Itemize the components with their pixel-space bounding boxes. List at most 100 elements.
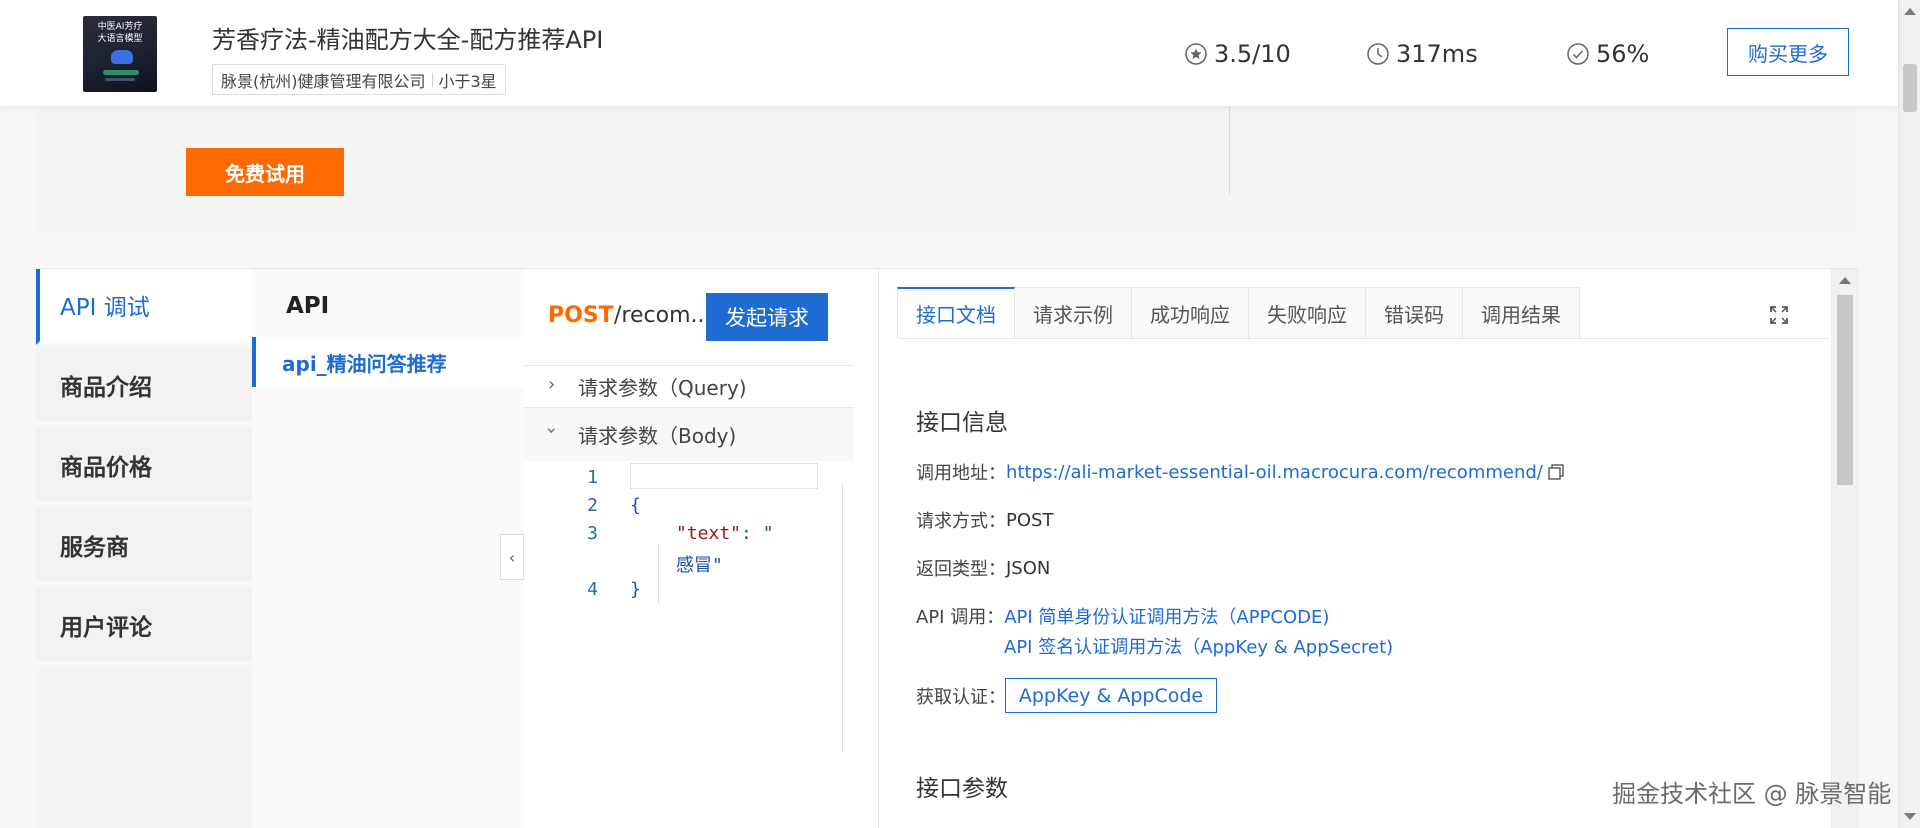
api-list-header: API xyxy=(286,293,330,319)
method-value: POST xyxy=(1006,509,1054,531)
logo-line-2: 大语言模型 xyxy=(97,34,143,44)
api-call-row-2: API 签名认证调用方法（AppKey & AppSecret) xyxy=(1004,633,1393,659)
nav-item-product-intro[interactable]: 商品介绍 xyxy=(36,349,252,425)
doc-scrollbar[interactable] xyxy=(1831,269,1859,828)
body-params-section[interactable]: › 请求参数（Body) xyxy=(524,407,854,461)
auth-label: 获取认证： xyxy=(916,687,1006,708)
line-number: 3 xyxy=(587,523,598,544)
rating-value: 3.5/10 xyxy=(1214,40,1291,68)
success-rate-value: 56% xyxy=(1596,40,1650,68)
tag-divider xyxy=(431,72,433,87)
return-type-row: 返回类型： JSON xyxy=(916,555,1050,581)
api-call-label: API 调用： xyxy=(916,607,1005,628)
tabs-underline xyxy=(897,338,1829,339)
logo-graphic xyxy=(111,50,133,64)
code-brace-open: { xyxy=(630,495,641,516)
method-row: 请求方式： POST xyxy=(916,507,1053,533)
free-trial-button[interactable]: 免费试用 xyxy=(186,148,344,196)
chevron-right-icon: › xyxy=(548,374,556,395)
body-params-label: 请求参数（Body) xyxy=(578,424,737,448)
return-type-label: 返回类型： xyxy=(916,559,1006,580)
panel-divider xyxy=(1229,106,1230,194)
api-call-row: API 调用： API 简单身份认证调用方法（APPCODE) xyxy=(916,603,1329,629)
watermark: 掘金技术社区 @ 脉景智能 xyxy=(1612,780,1892,808)
code-line-key: "text": " xyxy=(676,523,774,544)
nav-item-provider[interactable]: 服务商 xyxy=(36,509,252,585)
trial-panel: 免费试用 xyxy=(36,106,1858,231)
line-number: 2 xyxy=(587,495,598,516)
appcode-auth-link[interactable]: API 简单身份认证调用方法（APPCODE) xyxy=(1004,603,1329,629)
section-heading-info: 接口信息 xyxy=(916,410,1008,436)
body-code-editor[interactable]: 1 2 3 4 { "text": " 感冒" } xyxy=(524,463,854,828)
product-logo: 中医AI芳疗 大语言模型 xyxy=(83,16,157,92)
doc-scroll-thumb[interactable] xyxy=(1837,295,1853,485)
doc-panel: 接口文档 请求示例 成功响应 失败响应 错误码 调用结果 接口信息 调用地址： … xyxy=(878,269,1859,828)
logo-line-1: 中医AI芳疗 xyxy=(97,22,143,32)
nav-item-user-reviews[interactable]: 用户评论 xyxy=(36,589,252,665)
vendor-name[interactable]: 脉景(杭州)健康管理有限公司 xyxy=(221,68,426,92)
tab-failure-response[interactable]: 失败响应 xyxy=(1249,287,1366,339)
scroll-up-arrow-icon[interactable] xyxy=(1839,277,1851,284)
return-type-value: JSON xyxy=(1006,557,1051,579)
line-number: 4 xyxy=(587,579,598,600)
tab-success-response[interactable]: 成功响应 xyxy=(1132,287,1249,339)
tab-call-result[interactable]: 调用结果 xyxy=(1463,287,1580,339)
auth-row: 获取认证： xyxy=(916,683,1006,709)
editor-find-box[interactable] xyxy=(630,463,818,489)
buy-more-button[interactable]: 购买更多 xyxy=(1727,28,1849,76)
chevron-down-icon: › xyxy=(541,426,563,435)
page-scrollbar[interactable] xyxy=(1898,0,1920,828)
product-title: 芳香疗法-精油配方大全-配方推荐API xyxy=(212,26,604,54)
product-header: 中医AI芳疗 大语言模型 芳香疗法-精油配方大全-配方推荐API 脉景(杭州)健… xyxy=(0,0,1898,106)
send-request-button[interactable]: 发起请求 xyxy=(706,293,828,341)
copy-icon[interactable] xyxy=(1547,463,1565,481)
collapse-left-icon[interactable]: ‹ xyxy=(500,534,524,580)
vendor-tag: 脉景(杭州)健康管理有限公司 小于3星 xyxy=(212,64,506,95)
api-url-link[interactable]: https://ali-market-essential-oil.macrocu… xyxy=(1006,462,1543,483)
star-circle-icon xyxy=(1185,43,1207,65)
api-item-essential-oil-qa[interactable]: api_精油问答推荐 xyxy=(252,337,524,387)
logo-bar-secondary xyxy=(105,78,135,81)
section-heading-params: 接口参数 xyxy=(916,776,1008,802)
logo-bar xyxy=(103,70,139,75)
json-key: "text" xyxy=(676,523,742,544)
page-scroll-thumb[interactable] xyxy=(1903,64,1917,112)
check-circle-icon xyxy=(1567,43,1589,65)
url-label: 调用地址： xyxy=(916,463,1006,484)
tab-request-example[interactable]: 请求示例 xyxy=(1015,287,1132,339)
http-method: POST xyxy=(548,303,614,328)
scroll-up-arrow-icon[interactable] xyxy=(1904,8,1916,15)
tab-error-codes[interactable]: 错误码 xyxy=(1366,287,1463,339)
request-panel: POST /recom... 发起请求 › 请求参数（Query) › 请求参数… xyxy=(524,269,1366,828)
code-brace-close: } xyxy=(630,579,641,600)
code-line-value: 感冒" xyxy=(676,551,723,577)
get-appkey-button[interactable]: AppKey & AppCode xyxy=(1005,678,1217,713)
url-row: 调用地址： https://ali-market-essential-oil.m… xyxy=(916,459,1565,485)
latency-stat: 317ms xyxy=(1366,40,1478,68)
rating-stat: 3.5/10 xyxy=(1184,40,1291,68)
tab-api-doc[interactable]: 接口文档 xyxy=(897,287,1015,339)
json-value-start: " xyxy=(762,523,774,544)
clock-icon xyxy=(1367,43,1389,65)
left-nav: API 调试 商品介绍 商品价格 服务商 用户评论 xyxy=(36,269,252,828)
query-params-label: 请求参数（Query) xyxy=(578,376,747,400)
indent-guide xyxy=(658,545,659,603)
signature-auth-link[interactable]: API 签名认证调用方法（AppKey & AppSecret) xyxy=(1004,633,1393,659)
scroll-down-arrow-icon[interactable] xyxy=(1904,813,1916,820)
latency-value: 317ms xyxy=(1396,40,1478,68)
nav-item-product-price[interactable]: 商品价格 xyxy=(36,429,252,505)
request-path: /recom... xyxy=(614,303,712,328)
nav-item-api-debug[interactable]: API 调试 xyxy=(36,269,252,345)
doc-tabs: 接口文档 请求示例 成功响应 失败响应 错误码 调用结果 xyxy=(897,287,1580,339)
editor-edge xyxy=(842,483,843,753)
query-params-section[interactable]: › 请求参数（Query) xyxy=(524,365,854,407)
json-colon: : xyxy=(741,523,763,544)
api-debug-section: API 调试 商品介绍 商品价格 服务商 用户评论 API api_精油问答推荐… xyxy=(36,268,1859,828)
json-value: 感冒" xyxy=(676,555,723,576)
line-number: 1 xyxy=(587,467,598,488)
expand-icon[interactable] xyxy=(1767,303,1791,327)
api-list: API api_精油问答推荐 xyxy=(252,269,524,828)
method-label: 请求方式： xyxy=(916,511,1006,532)
success-rate-stat: 56% xyxy=(1566,40,1649,68)
rating-tag: 小于3星 xyxy=(438,71,497,91)
